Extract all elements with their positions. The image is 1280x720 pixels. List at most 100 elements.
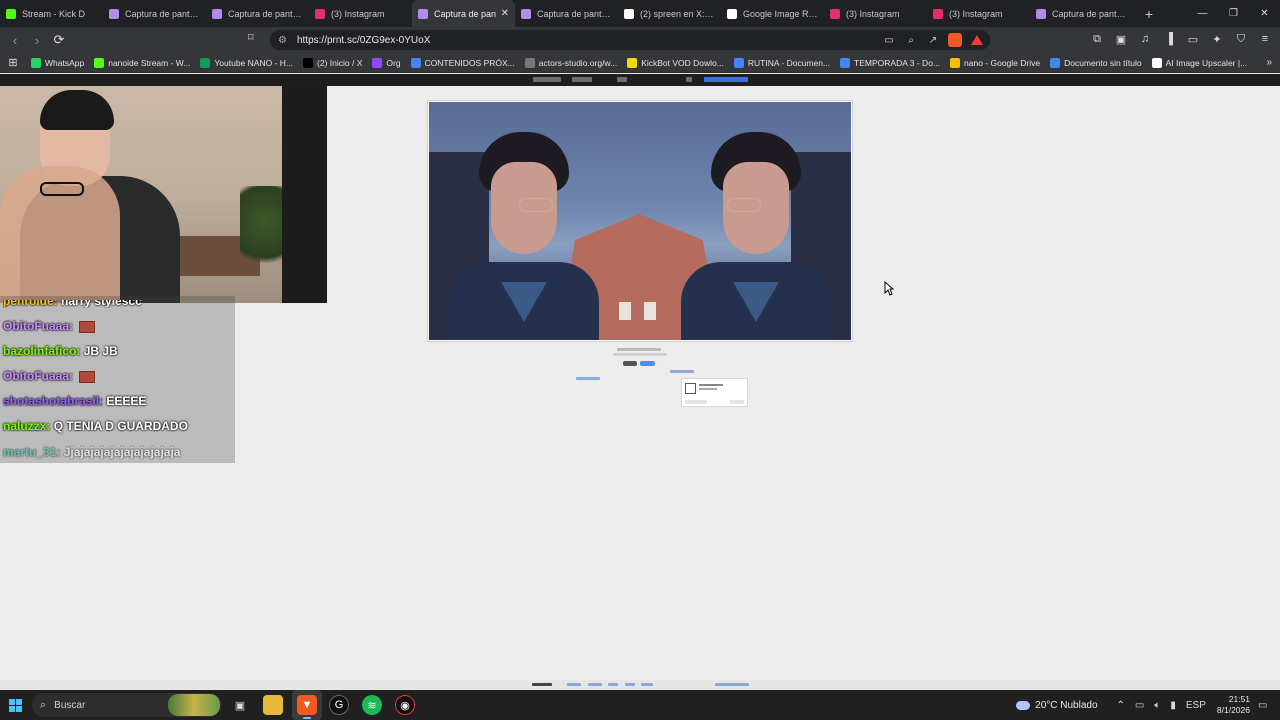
back-icon[interactable]: ‹ [5,30,25,50]
instagram-icon [830,8,840,19]
vpn-icon[interactable]: ⛉ [1234,31,1248,47]
brave-shields-icon[interactable] [948,32,962,48]
tweet-button[interactable] [623,361,637,366]
extensions-icon[interactable]: ⧉ [1090,31,1104,47]
share-button[interactable] [640,361,655,366]
obs-studio-icon[interactable]: ◉ [395,695,415,715]
forward-icon[interactable]: › [27,30,47,50]
microphone-icon[interactable]: ▮ [1170,700,1176,711]
brave-browser-icon[interactable]: ▼ [297,695,317,715]
apps-grid-icon[interactable]: ⊞ [0,56,26,69]
lightshot-feather-icon [521,8,531,19]
browser-tab[interactable]: Captura de pan ✕ [412,0,515,27]
browser-tab[interactable]: Captura de pantalla [206,0,309,27]
x-icon [303,57,314,68]
report-link[interactable] [670,370,694,373]
url-text: https://prnt.sc/0ZG9ex-0YUoX [296,34,431,46]
chevron-up-icon[interactable]: ⌃ [1117,700,1125,711]
browser-tab[interactable]: (3) Instagram [309,0,412,27]
weather-widget[interactable]: 20°C Nublado [1016,700,1098,711]
bookmark-item[interactable]: AI Image Upscaler |... [1147,57,1253,68]
leo-ai-icon[interactable]: ✦ [1210,31,1224,47]
bookmark-item[interactable]: WhatsApp [26,57,89,68]
webcam-overlay [0,86,327,303]
restore-icon[interactable]: ❐ [1218,0,1249,27]
bookmark-label: AI Image Upscaler |... [1165,57,1248,68]
reload-icon[interactable]: ⟳ [49,30,69,50]
address-bar[interactable]: ⚙ https://prnt.sc/0ZG9ex-0YUoX ▭ ⌕ ↗ [270,30,990,50]
spotify-icon[interactable]: ≋ [362,695,382,715]
download-button[interactable] [704,77,748,82]
task-view-icon[interactable]: ▣ [230,695,250,715]
browser-tab[interactable]: Stream - Kick D [0,0,103,27]
header-link[interactable] [617,77,627,82]
menu-icon[interactable]: ≡ [1258,31,1272,47]
app-g-icon[interactable]: G [329,695,349,715]
network-icon[interactable]: ▭ [1135,700,1144,711]
chat-username: shotashotabrasil: [3,394,104,408]
chat-message: penroide: harry stylescc [3,300,142,308]
bookmark-item[interactable]: nano - Google Drive [945,57,1045,68]
card-button[interactable] [685,400,707,404]
wallet-icon[interactable]: ▭ [1186,31,1200,47]
cast-icon[interactable]: ▭ [882,32,896,48]
header-link[interactable] [572,77,592,82]
start-button[interactable] [0,690,30,720]
new-tab-button[interactable]: + [1141,6,1157,22]
chat-username: ObitoFuaaa: [3,369,74,383]
bookmark-item[interactable]: (2) Inicio / X [298,57,367,68]
zoom-icon[interactable]: ⌕ [904,32,918,48]
bookmark-item[interactable]: actors-studio.org/w... [520,57,622,68]
lightshot-feather-icon [212,8,222,19]
browser-tab[interactable]: Captura de pantalla [515,0,618,27]
browser-tab[interactable]: Captura de pantalla [1030,0,1133,27]
bookmark-item[interactable]: Documento sin título [1045,57,1146,68]
clock[interactable]: 21:51 8/1/2026 [1217,694,1250,716]
language-indicator[interactable]: ESP [1186,700,1206,711]
volume-icon[interactable]: 🔈︎ [1154,700,1160,711]
instagram-icon [315,8,325,19]
file-explorer-icon[interactable] [263,695,283,715]
browser-tab[interactable]: (3) Instagram [927,0,1030,27]
bookmark-label: RUTINA - Documen... [747,57,831,68]
lightshot-promo-card[interactable] [681,378,748,407]
card-button[interactable] [730,400,744,404]
search-placeholder: Buscar [54,699,86,711]
chat-text: Jjajajajajajajajajajaja [63,445,181,459]
minimize-icon[interactable]: — [1187,0,1218,27]
browser-tab[interactable]: (2) spreen en X: "ag [618,0,721,27]
header-link[interactable] [686,77,692,82]
sidebar-icon[interactable]: ▐ [1162,31,1176,47]
bookmark-item[interactable]: RUTINA - Documen... [729,57,835,68]
close-window-icon[interactable]: ✕ [1249,0,1280,27]
bookmark-item[interactable]: Org [367,57,405,68]
browser-tab[interactable]: Captura de pantalla [103,0,206,27]
bookmark-item[interactable]: nanoide Stream - W... [89,57,195,68]
browser-tab[interactable]: (3) Instagram [824,0,927,27]
bookmark-item[interactable]: CONTENIDOS PRÓX... [406,57,520,68]
bookmark-item[interactable]: Youtube NANO - H... [195,57,298,68]
media-icon[interactable]: ♫ [1138,31,1152,47]
tab-label: Google Image Resu [743,8,818,19]
promo-link[interactable] [576,377,600,380]
screenshot-icon[interactable]: ▣ [1114,31,1128,47]
tab-label: (3) Instagram [949,8,1003,19]
more-bookmarks-icon[interactable]: » [1266,57,1272,68]
notifications-icon[interactable]: ▭ [1258,700,1272,711]
share-icon[interactable]: ↗ [926,32,940,48]
screenshot-image[interactable] [427,100,853,342]
brave-rewards-icon[interactable] [970,32,984,48]
bookmark-item[interactable]: TEMPORADA 3 - Do... [835,57,945,68]
bookmark-page-icon[interactable]: ⌑ [248,31,254,44]
google-icon [727,8,737,19]
lightshot-feather-icon [1036,8,1046,19]
close-tab-icon[interactable]: ✕ [501,8,509,19]
tab-label: Captura de pantalla [537,8,612,19]
bookmark-item[interactable]: KickBot VOD Dowlo... [622,57,729,68]
taskbar-search[interactable]: ⌕ Buscar [32,693,222,717]
bookmark-label: Org [386,57,401,68]
browser-tab[interactable]: Google Image Resu [721,0,824,27]
bookmark-label: WhatsApp [45,57,85,68]
site-info-icon[interactable]: ⚙ [278,35,287,46]
tab-label: Captura de pantalla [228,8,303,19]
